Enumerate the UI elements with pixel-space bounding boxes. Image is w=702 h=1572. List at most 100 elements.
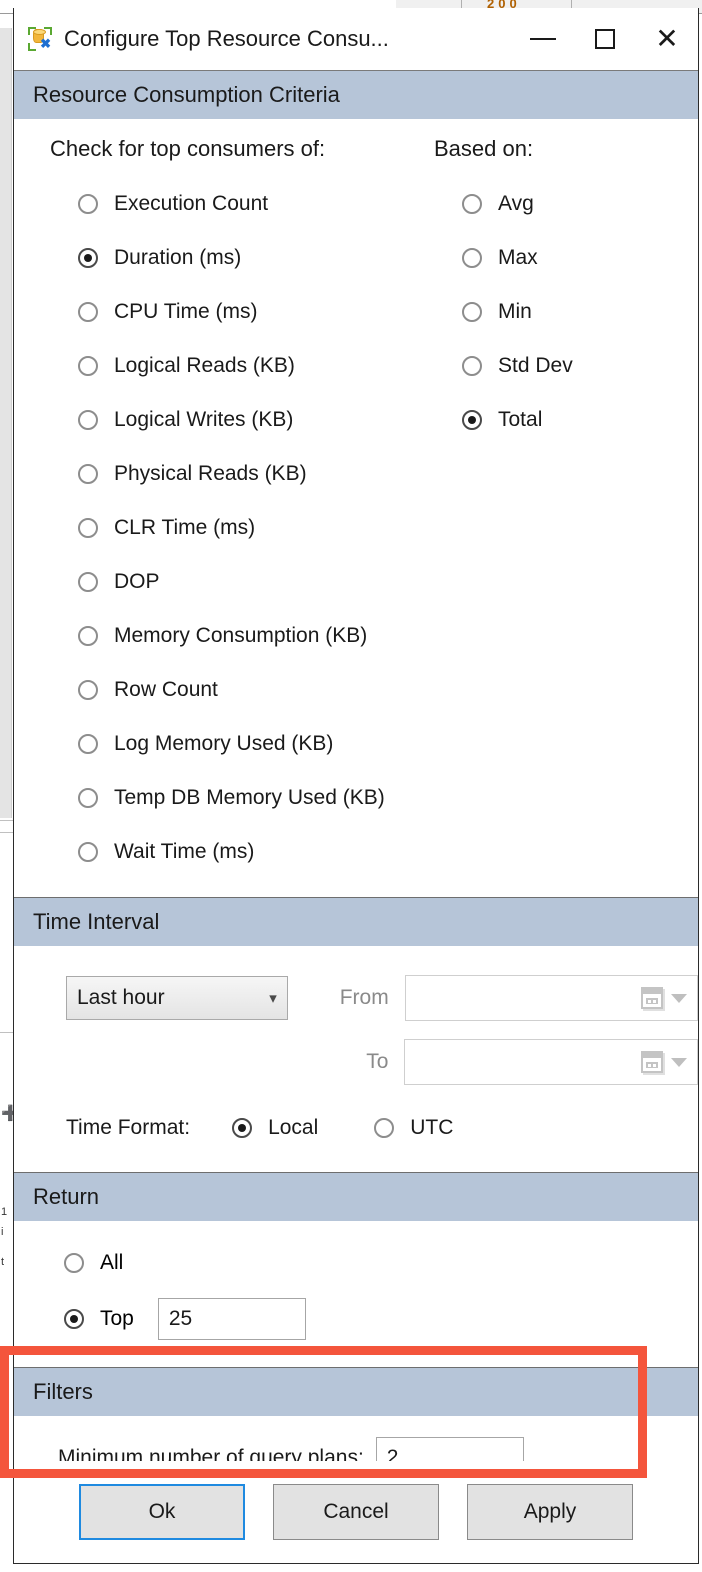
radio-consumer-6[interactable] (78, 518, 98, 538)
group-header-criteria: Resource Consumption Criteria (14, 71, 698, 119)
time-format-radio-group: Local UTC (232, 1116, 509, 1140)
radio-based-on-3[interactable] (462, 356, 482, 376)
consumer-label-3: Logical Reads (KB) (114, 354, 295, 377)
group-header-time-interval: Time Interval (14, 898, 698, 946)
time-format-option-0[interactable]: Local (232, 1116, 318, 1140)
background-window-left-edge: ➕ 1 i t (0, 14, 20, 1572)
consumer-row-3[interactable]: Logical Reads (KB) (50, 339, 434, 393)
consumer-label-10: Log Memory Used (KB) (114, 732, 334, 755)
screen: 200 ➕ 1 i t ✖ Configure Top Resource Con… (0, 0, 702, 1572)
time-format-option-1[interactable]: UTC (374, 1116, 453, 1140)
based-on-caption: Based on: (434, 136, 534, 161)
consumer-row-8[interactable]: Memory Consumption (KB) (50, 609, 434, 663)
consumer-label-0: Execution Count (114, 192, 269, 215)
to-date-input[interactable] (404, 1039, 698, 1085)
consumer-label-4: Logical Writes (KB) (114, 408, 294, 431)
based-on-row-0[interactable]: Avg (434, 177, 698, 231)
chevron-down-icon: ▾ (269, 990, 277, 1007)
chevron-down-icon (670, 993, 687, 1003)
based-on-row-3[interactable]: Std Dev (434, 339, 698, 393)
consumers-caption: Check for top consumers of: (50, 136, 326, 161)
consumer-row-2[interactable]: CPU Time (ms) (50, 285, 434, 339)
radio-consumer-0[interactable] (78, 194, 98, 214)
radio-consumer-5[interactable] (78, 464, 98, 484)
window-controls: ✕ (512, 8, 698, 70)
consumers-radio-group: Execution Count Duration (ms) CPU Time (ms… (50, 177, 434, 879)
group-resource-consumption-criteria: Resource Consumption Criteria Check for … (14, 71, 698, 898)
return-all-label: All (100, 1251, 124, 1274)
time-preset-dropdown[interactable]: Last hour ▾ (66, 976, 288, 1020)
radio-consumer-2[interactable] (78, 302, 98, 322)
window-title: Configure Top Resource Consu... (64, 26, 389, 51)
radio-consumer-11[interactable] (78, 788, 98, 808)
consumer-label-6: CLR Time (ms) (114, 516, 256, 539)
radio-consumer-12[interactable] (78, 842, 98, 862)
radio-consumer-7[interactable] (78, 572, 98, 592)
minimize-button[interactable] (512, 13, 574, 65)
dialog-footer: Ok Cancel Apply (14, 1461, 698, 1563)
radio-consumer-1[interactable] (78, 248, 98, 268)
group-header-filters: Filters (14, 1368, 698, 1416)
radio-based-on-0[interactable] (462, 194, 482, 214)
based-on-row-4[interactable]: Total (434, 393, 698, 447)
based-on-label-0: Avg (498, 192, 534, 215)
consumers-column: Check for top consumers of: Execution Co… (14, 131, 434, 879)
background-scrollbar[interactable] (0, 28, 12, 818)
close-icon: ✕ (655, 23, 679, 54)
based-on-label-4: Total (498, 408, 543, 431)
consumer-label-7: DOP (114, 570, 160, 593)
consumer-label-2: CPU Time (ms) (114, 300, 258, 323)
consumer-label-12: Wait Time (ms) (114, 840, 255, 863)
return-top-label: Top (100, 1307, 134, 1330)
based-on-row-1[interactable]: Max (434, 231, 698, 285)
cancel-button[interactable]: Cancel (273, 1484, 439, 1540)
radio-consumer-8[interactable] (78, 626, 98, 646)
background-expand-icon: ➕ (1, 1105, 20, 1122)
consumer-label-5: Physical Reads (KB) (114, 462, 307, 485)
consumer-row-1[interactable]: Duration (ms) (50, 231, 434, 285)
consumer-row-0[interactable]: Execution Count (50, 177, 434, 231)
consumer-row-7[interactable]: DOP (50, 555, 434, 609)
radio-return-top[interactable] (64, 1309, 84, 1329)
calendar-icon (640, 987, 663, 1009)
ok-button[interactable]: Ok (79, 1484, 245, 1540)
consumer-label-9: Row Count (114, 678, 218, 701)
consumer-row-10[interactable]: Log Memory Used (KB) (50, 717, 434, 771)
maximize-button[interactable] (574, 13, 636, 65)
radio-based-on-1[interactable] (462, 248, 482, 268)
radio-consumer-4[interactable] (78, 410, 98, 430)
configure-top-resource-consumers-dialog: ✖ Configure Top Resource Consu... ✕ Reso… (13, 8, 699, 1564)
consumer-row-5[interactable]: Physical Reads (KB) (50, 447, 434, 501)
apply-button[interactable]: Apply (467, 1484, 633, 1540)
consumer-row-6[interactable]: CLR Time (ms) (50, 501, 434, 555)
consumer-row-12[interactable]: Wait Time (ms) (50, 825, 434, 879)
from-label: From (339, 986, 389, 1009)
group-return: Return All Top 25 (14, 1173, 698, 1368)
calendar-icon (641, 1051, 663, 1073)
based-on-row-2[interactable]: Min (434, 285, 698, 339)
radio-based-on-4[interactable] (462, 410, 482, 430)
time-format-label-0: Local (268, 1116, 319, 1139)
time-interval-to-row: To (14, 1030, 698, 1094)
return-all-row[interactable]: All (14, 1235, 698, 1291)
title-bar: ✖ Configure Top Resource Consu... ✕ (14, 8, 698, 70)
time-format-label-1: UTC (410, 1116, 454, 1139)
close-button[interactable]: ✕ (636, 13, 698, 65)
chevron-down-icon (671, 1057, 687, 1067)
radio-consumer-3[interactable] (78, 356, 98, 376)
dialog-content: Resource Consumption Criteria Check for … (14, 70, 698, 1501)
consumer-row-9[interactable]: Row Count (50, 663, 434, 717)
to-label: To (366, 1050, 389, 1073)
radio-based-on-2[interactable] (462, 302, 482, 322)
radio-time-format-0[interactable] (232, 1118, 253, 1138)
radio-consumer-9[interactable] (78, 680, 98, 700)
radio-time-format-1[interactable] (374, 1118, 395, 1138)
from-date-input[interactable] (404, 975, 698, 1021)
radio-return-all[interactable] (64, 1253, 84, 1273)
radio-consumer-10[interactable] (78, 734, 98, 754)
query-store-config-icon: ✖ (28, 27, 52, 51)
consumer-row-4[interactable]: Logical Writes (KB) (50, 393, 434, 447)
top-count-input[interactable]: 25 (157, 1298, 306, 1340)
consumer-row-11[interactable]: Temp DB Memory Used (KB) (50, 771, 434, 825)
group-time-interval: Time Interval Last hour ▾ From To Time F… (14, 898, 698, 1173)
